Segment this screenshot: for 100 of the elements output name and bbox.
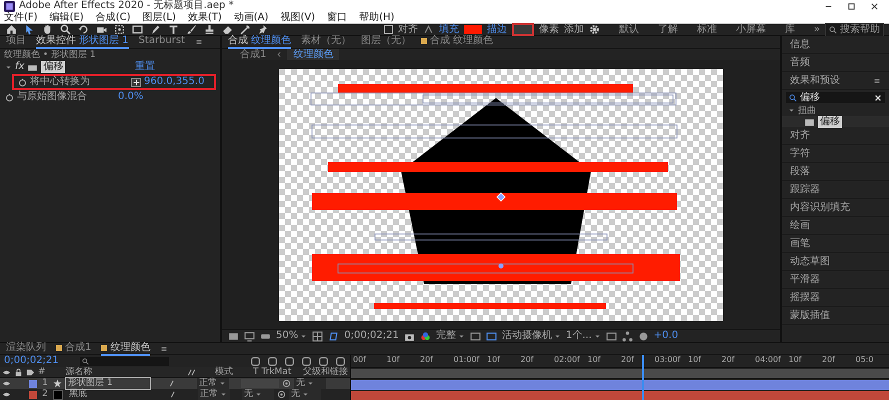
tree-item[interactable]: 偏移	[818, 116, 842, 128]
label-color-swatch[interactable]	[29, 390, 37, 398]
pen-icon[interactable]	[149, 24, 162, 35]
stroke-label[interactable]: 描边	[486, 24, 507, 36]
panel-header[interactable]: 字符	[782, 145, 889, 163]
panel-header[interactable]: 内容识别填充	[782, 199, 889, 217]
effect-name[interactable]: 偏移	[41, 61, 66, 73]
playhead[interactable]	[642, 355, 644, 400]
point-picker-button[interactable]	[131, 78, 141, 86]
menu-item[interactable]: 动画(A)	[234, 12, 268, 23]
settings-icon[interactable]	[588, 24, 600, 35]
eraser-icon[interactable]	[221, 24, 234, 35]
camera-dropdown[interactable]: 活动摄像机	[502, 330, 561, 342]
stopwatch-icon[interactable]	[18, 78, 27, 86]
menu-item[interactable]: 视图(V)	[280, 12, 316, 23]
text-tool-icon[interactable]	[167, 24, 180, 35]
panel-tab[interactable]: 项目	[6, 35, 26, 49]
stroke-swatch[interactable]	[512, 23, 534, 36]
monitor-icon[interactable]	[244, 330, 255, 342]
clear-icon[interactable]	[874, 94, 882, 102]
workspace-tab[interactable]: 标准	[696, 24, 717, 36]
breadcrumb-item[interactable]: 合成1	[234, 48, 272, 60]
flowchart-icon[interactable]	[622, 330, 633, 342]
color-channels-icon[interactable]	[420, 330, 431, 342]
brush-icon[interactable]	[185, 24, 198, 35]
panel-menu-icon[interactable]	[873, 76, 881, 84]
panel-menu-icon[interactable]	[160, 344, 168, 352]
timeline-tab[interactable]: 合成1	[56, 342, 92, 356]
grid-icon[interactable]	[312, 330, 324, 342]
mask-outline-icon[interactable]	[328, 330, 340, 342]
panel-header[interactable]: 绘画	[782, 217, 889, 235]
lock-icon[interactable]	[14, 368, 23, 376]
layer-name[interactable]: 黑底	[66, 388, 152, 400]
mode-dropdown[interactable]: 正常	[197, 378, 229, 389]
viewer-tab[interactable]: 合成 纹理颜色	[228, 35, 291, 49]
menu-item[interactable]: 编辑(E)	[50, 12, 84, 23]
rectangle-icon[interactable]	[131, 24, 144, 35]
fill-label[interactable]: 填充	[438, 24, 459, 36]
tree-category[interactable]: 扭曲	[798, 104, 816, 116]
close-icon[interactable]	[870, 2, 879, 10]
layer-row[interactable]: 1 形状图层 1 正常 无	[0, 378, 350, 389]
reset-link[interactable]: 重置	[135, 61, 155, 73]
column-header[interactable]: 父级和链接	[303, 367, 348, 377]
workspace-tab[interactable]: 了解	[658, 24, 678, 36]
rotate-icon[interactable]	[77, 24, 90, 35]
panel-header[interactable]: 对齐	[782, 127, 889, 145]
panel-header[interactable]: 效果和预设	[790, 74, 840, 86]
exposure-value[interactable]: +0.0	[654, 330, 678, 342]
panel-tab[interactable]: 效果控件 形状图层 1	[36, 35, 129, 49]
panel-header[interactable]: 跟踪器	[782, 181, 889, 199]
viewer-tab[interactable]: 图层（无）	[361, 35, 411, 49]
stopwatch-icon[interactable]	[5, 92, 14, 102]
layer-row[interactable]: 2 黑底 正常 无 无	[0, 389, 350, 400]
panel-header[interactable]: 画笔	[782, 235, 889, 253]
column-header[interactable]: 模式	[214, 367, 250, 377]
label-color-swatch[interactable]	[29, 380, 37, 388]
timeline-tab[interactable]: 渲染队列	[6, 342, 46, 356]
timecode[interactable]: 0;00;02;21	[4, 355, 74, 367]
menu-item[interactable]: 窗口	[327, 12, 348, 23]
home-icon[interactable]	[5, 24, 18, 35]
panel-header[interactable]: 平滑器	[782, 271, 889, 289]
mode-dropdown[interactable]: 正常	[198, 389, 230, 400]
menu-item[interactable]: 合成(C)	[96, 12, 130, 23]
panel-header[interactable]: 摇摆器	[782, 289, 889, 307]
menu-item[interactable]: 图层(L)	[142, 12, 176, 23]
workspace-tab[interactable]: 库	[784, 24, 795, 36]
region-icon[interactable]	[470, 330, 481, 342]
menu-item[interactable]: 文件(F)	[4, 12, 38, 23]
views-dropdown[interactable]: 1个...	[566, 330, 601, 342]
menu-item[interactable]: 效果(T)	[188, 12, 222, 23]
current-time[interactable]: 0;00;02;21	[344, 330, 399, 342]
brush-stroke-icon[interactable]	[239, 24, 252, 35]
fill-swatch[interactable]	[464, 25, 482, 34]
snap-checkbox[interactable]	[384, 25, 393, 34]
zoom-dropdown[interactable]: 50%	[276, 330, 308, 342]
search-icon[interactable]	[59, 24, 72, 35]
add-label[interactable]: 添加	[564, 24, 584, 36]
param-value[interactable]: 0.0%	[118, 91, 144, 103]
dashed-square-icon[interactable]	[113, 24, 126, 35]
breadcrumb-item[interactable]: 纹理颜色	[287, 48, 340, 60]
layer-name[interactable]: 形状图层 1	[65, 377, 151, 390]
parent-dropdown[interactable]: 无	[294, 378, 326, 389]
panel-header[interactable]: 信息	[782, 36, 889, 54]
panel-header[interactable]: 段落	[782, 163, 889, 181]
panel-tab[interactable]: Starburst	[138, 35, 185, 49]
workspace-tab[interactable]: 默认	[618, 24, 639, 36]
panel-header[interactable]: 动态草图	[782, 253, 889, 271]
viewer-tab[interactable]: 合成 纹理颜色	[421, 35, 494, 49]
panel-header[interactable]: 蒙版插值	[782, 307, 889, 325]
fx-label[interactable]: fx	[15, 61, 24, 73]
param-value[interactable]: 960.0,355.0	[144, 76, 204, 88]
more-workspaces[interactable]: »	[814, 24, 820, 36]
column-header[interactable]: 源名称	[52, 367, 169, 377]
menu-item[interactable]: 帮助(H)	[359, 12, 394, 23]
parent-dropdown[interactable]: 无	[289, 389, 321, 400]
panel-menu-icon[interactable]	[194, 38, 203, 46]
resolution-dropdown[interactable]: 完整	[436, 330, 465, 342]
maximize-icon[interactable]	[847, 2, 856, 10]
workspace-tab[interactable]: 小屏幕	[736, 24, 766, 36]
panel-header[interactable]: 音频	[782, 54, 889, 72]
